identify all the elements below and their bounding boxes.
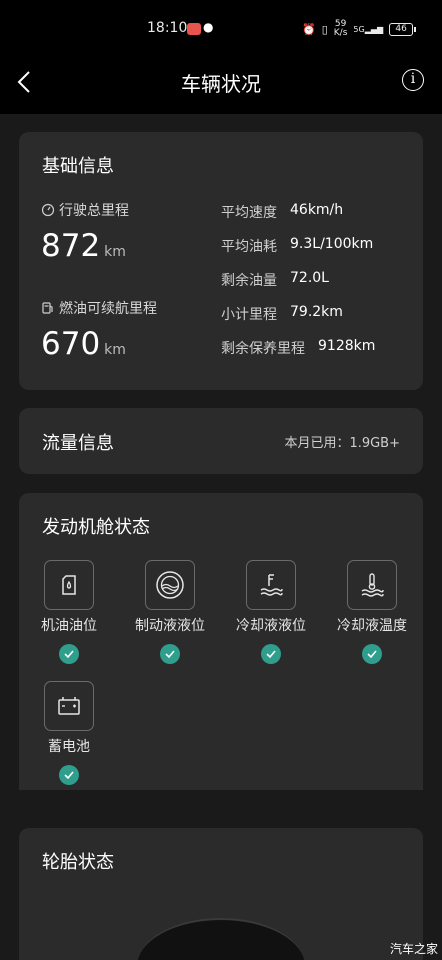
watermark: 汽车之家 bbox=[389, 942, 438, 956]
coolant-temperature-box bbox=[347, 560, 397, 610]
tire-status-card: 轮胎状态 bbox=[19, 828, 423, 960]
info-button[interactable]: i bbox=[402, 69, 424, 91]
status-bar: 18:10 ● ⏰ ▯ 59 K/s 5G▂▄▆ 46 bbox=[0, 0, 442, 58]
battery-icon: 46 bbox=[389, 22, 417, 36]
signal-icon: 5G▂▄▆ bbox=[353, 24, 384, 34]
range-label: 燃油可续航里程 bbox=[59, 301, 157, 317]
total-mileage-label-row: 行驶总里程 bbox=[41, 200, 129, 220]
check-icon bbox=[362, 644, 382, 664]
wechat-icon: ● bbox=[203, 20, 214, 34]
check-icon bbox=[59, 644, 79, 664]
engine-item-label: 蓄电池 bbox=[48, 739, 90, 755]
stat-row-trip: 小计里程 79.2km bbox=[221, 304, 343, 324]
engine-item-coolant-level[interactable]: 冷却液液位 bbox=[221, 560, 321, 670]
stat-label: 剩余油量 bbox=[221, 273, 277, 289]
range-label-row: 燃油可续航里程 bbox=[41, 298, 157, 318]
engine-item-label: 冷却液液位 bbox=[236, 618, 306, 634]
engine-item-oil[interactable]: 机油油位 bbox=[19, 560, 119, 670]
flow-info-title: 流量信息 bbox=[42, 433, 114, 454]
vibrate-icon: ▯ bbox=[321, 22, 328, 36]
stat-value: 79.2km bbox=[290, 304, 343, 320]
stat-row-avg-fuel: 平均油耗 9.3L/100km bbox=[221, 236, 373, 256]
coolant-temperature-icon bbox=[361, 573, 384, 597]
tire-status-title: 轮胎状态 bbox=[42, 852, 114, 873]
range-unit: km bbox=[104, 342, 126, 358]
total-mileage: 872 km bbox=[41, 228, 126, 264]
page-title: 车辆状况 bbox=[181, 72, 261, 96]
status-icons: ⏰ ▯ 59 K/s 5G▂▄▆ 46 bbox=[302, 18, 417, 40]
battery-icon bbox=[58, 697, 80, 715]
coolant-level-icon bbox=[260, 574, 283, 596]
engine-status-card: 发动机舱状态 机油油位 制动液液位 冷却液液位 冷却液温度 蓄电池 bbox=[19, 493, 423, 790]
odometer-icon bbox=[41, 203, 55, 217]
status-time: 18:10 bbox=[147, 20, 188, 36]
basic-info-title: 基础信息 bbox=[42, 156, 114, 177]
total-mileage-label: 行驶总里程 bbox=[59, 203, 129, 219]
engine-item-coolant-temp[interactable]: 冷却液温度 bbox=[322, 560, 422, 670]
engine-item-brake-fluid[interactable]: 制动液液位 bbox=[120, 560, 220, 670]
check-icon bbox=[160, 644, 180, 664]
stat-row-avg-speed: 平均速度 46km/h bbox=[221, 202, 343, 222]
car-top-view bbox=[137, 918, 305, 960]
stat-label: 小计里程 bbox=[221, 307, 277, 323]
stat-value: 9128km bbox=[318, 338, 376, 354]
range: 670 km bbox=[41, 326, 126, 362]
info-icon: i bbox=[410, 71, 416, 87]
stat-label: 剩余保养里程 bbox=[221, 341, 305, 357]
brake-fluid-icon bbox=[156, 571, 184, 599]
engine-item-battery[interactable]: 蓄电池 bbox=[19, 681, 119, 791]
brake-fluid-box bbox=[145, 560, 195, 610]
fuel-pump-icon bbox=[42, 302, 53, 314]
total-mileage-value: 872 bbox=[41, 228, 101, 264]
stat-value: 72.0L bbox=[290, 270, 329, 286]
engine-item-label: 机油油位 bbox=[41, 618, 97, 634]
stat-value: 46km/h bbox=[290, 202, 344, 218]
network-speed: 59 K/s bbox=[333, 19, 348, 38]
battery-box bbox=[44, 681, 94, 731]
oil-can-box bbox=[44, 560, 94, 610]
coolant-level-box bbox=[246, 560, 296, 610]
nav-bar: 车辆状况 i bbox=[0, 58, 442, 114]
oil-can-icon bbox=[62, 575, 76, 595]
check-icon bbox=[59, 765, 79, 785]
total-mileage-unit: km bbox=[104, 244, 126, 260]
stat-row-maintenance: 剩余保养里程 9128km bbox=[221, 338, 375, 358]
flow-usage: 本月已用：1.9GB+ bbox=[284, 436, 400, 451]
range-value: 670 bbox=[41, 326, 101, 362]
basic-info-card: 基础信息 行驶总里程 872 km 燃油可续航里程 670 km 平均速度 46km… bbox=[19, 132, 423, 390]
stat-label: 平均油耗 bbox=[221, 239, 277, 255]
engine-item-label: 冷却液温度 bbox=[337, 618, 407, 634]
flow-info-card[interactable]: 流量信息 本月已用：1.9GB+ bbox=[19, 408, 423, 474]
alarm-icon: ⏰ bbox=[302, 22, 316, 36]
notification-app-icon bbox=[187, 23, 201, 35]
check-icon bbox=[261, 644, 281, 664]
stat-row-fuel-left: 剩余油量 72.0L bbox=[221, 270, 329, 290]
engine-status-title: 发动机舱状态 bbox=[42, 517, 150, 538]
stat-label: 平均速度 bbox=[221, 205, 277, 221]
stat-value: 9.3L/100km bbox=[290, 236, 374, 252]
engine-item-label: 制动液液位 bbox=[135, 618, 205, 634]
